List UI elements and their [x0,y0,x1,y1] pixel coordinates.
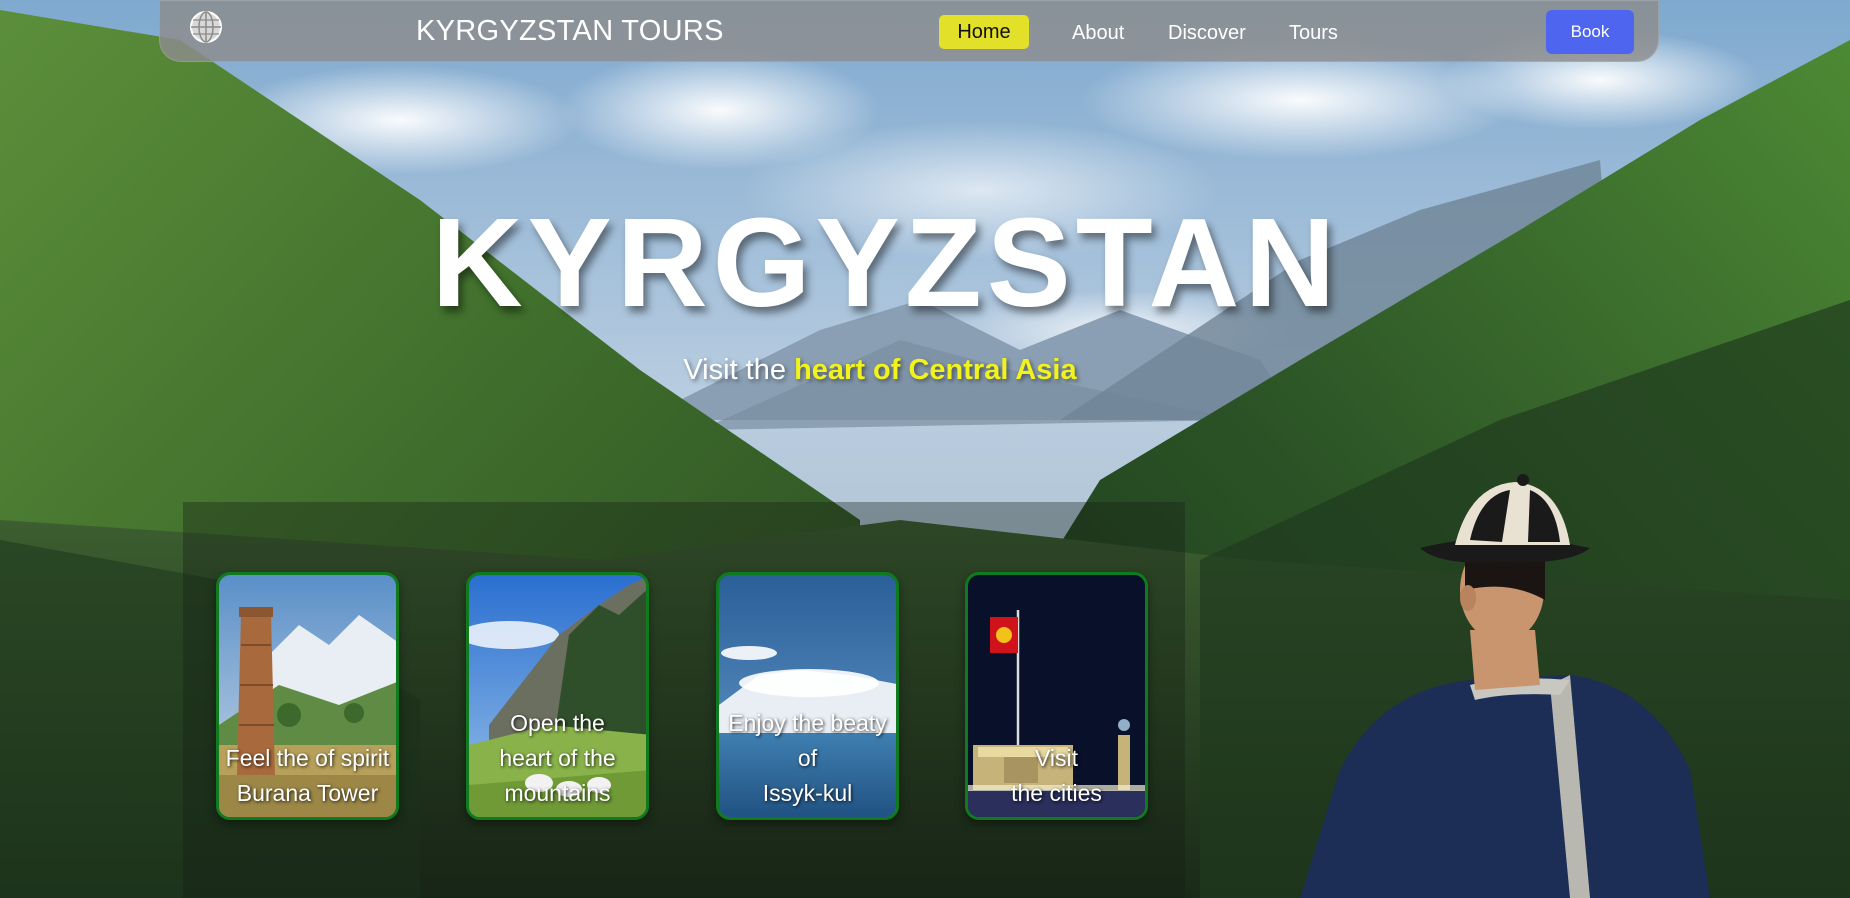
brand-title[interactable]: KYRGYZSTAN TOURS [416,15,724,48]
card-caption: Enjoy the beaty of Issyk-kul [728,710,887,806]
nav-about-link[interactable]: About [1072,22,1124,45]
traveler-figure [1270,470,1770,898]
card-caption: Visit the cities [1011,745,1102,806]
globe-icon[interactable] [189,10,223,44]
card-caption: Open the heart of the mountains [499,710,616,806]
top-navbar: KYRGYZSTAN TOURS Home About Discover Tou… [159,0,1659,62]
nav-home-link[interactable]: Home [939,15,1029,49]
tagline-highlight: heart of Central Asia [794,354,1077,386]
hero-tagline: Visit the heart of Central Asia [0,354,1850,387]
hero-title: KYRGYZSTAN [431,192,1341,333]
card-issyk-kul[interactable]: Enjoy the beaty of Issyk-kul [716,572,899,820]
nav-discover-link[interactable]: Discover [1168,22,1246,45]
book-button[interactable]: Book [1546,10,1634,54]
card-mountains[interactable]: Open the heart of the mountains [466,572,649,820]
card-cities[interactable]: Visit the cities [965,572,1148,820]
card-burana-tower[interactable]: Feel the of spirit Burana Tower [216,572,399,820]
card-caption: Feel the of spirit Burana Tower [225,745,390,806]
tagline-prefix: Visit the [683,354,795,386]
nav-tours-link[interactable]: Tours [1289,22,1338,45]
